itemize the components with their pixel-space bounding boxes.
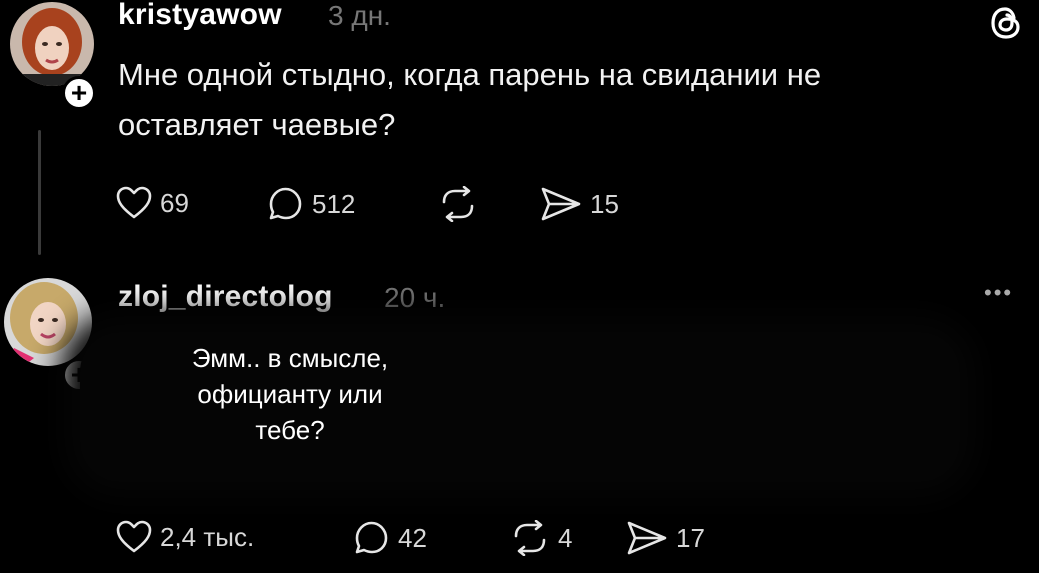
send-icon	[541, 187, 581, 221]
heart-icon	[116, 186, 152, 219]
repost-button[interactable]: 4	[510, 520, 572, 556]
comment-count: 42	[398, 522, 427, 553]
thread-connector-line	[38, 130, 41, 255]
repost-icon	[514, 520, 546, 556]
like-button[interactable]: 69	[116, 186, 189, 220]
avatar[interactable]	[4, 278, 92, 366]
post-text: Эмм.. в смысле, официанту или тебе?	[140, 340, 440, 448]
post-text-line: тебе?	[255, 415, 325, 445]
post-text: Мне одной стыдно, когда парень на свидан…	[118, 50, 998, 150]
share-count: 17	[676, 522, 705, 553]
like-count: 69	[160, 187, 189, 218]
more-dots-icon[interactable]: •••	[984, 280, 1013, 306]
post-original: + kristyawow 3 дн. Мне одной стыдно, ког…	[0, 0, 1039, 260]
share-button[interactable]: 15	[540, 186, 619, 222]
post-time: 20 ч.	[384, 282, 446, 313]
post-reply: + zloj_directolog 20 ч. ••• Эмм.. в смыс…	[0, 272, 1039, 573]
like-button[interactable]: 2,4 тыс.	[116, 520, 254, 554]
repost-button[interactable]	[438, 186, 486, 222]
avatar[interactable]	[10, 2, 94, 86]
repost-icon	[442, 186, 474, 222]
comment-button[interactable]: 42	[354, 520, 427, 556]
username[interactable]: kristyawow	[118, 0, 282, 32]
repost-count: 4	[558, 522, 573, 553]
comment-bubble-icon	[355, 521, 388, 554]
post-time: 3 дн.	[328, 0, 391, 31]
send-icon	[627, 521, 667, 555]
post-text-line: оставляет чаевые?	[118, 107, 396, 142]
follow-plus-icon[interactable]: +	[62, 76, 96, 110]
comment-count: 512	[312, 188, 356, 219]
share-button[interactable]: 17	[626, 520, 705, 556]
username[interactable]: zloj_directolog	[118, 280, 333, 314]
post-text-line: официанту или	[197, 379, 383, 409]
comment-bubble-icon	[269, 187, 302, 220]
share-count: 15	[590, 188, 619, 219]
comment-button[interactable]: 512	[268, 186, 355, 222]
post-text-line: Эмм.. в смысле,	[191, 343, 389, 373]
post-text-line: Мне одной стыдно, когда парень на свидан…	[118, 57, 822, 92]
heart-icon	[116, 520, 152, 553]
like-count: 2,4 тыс.	[160, 521, 255, 552]
